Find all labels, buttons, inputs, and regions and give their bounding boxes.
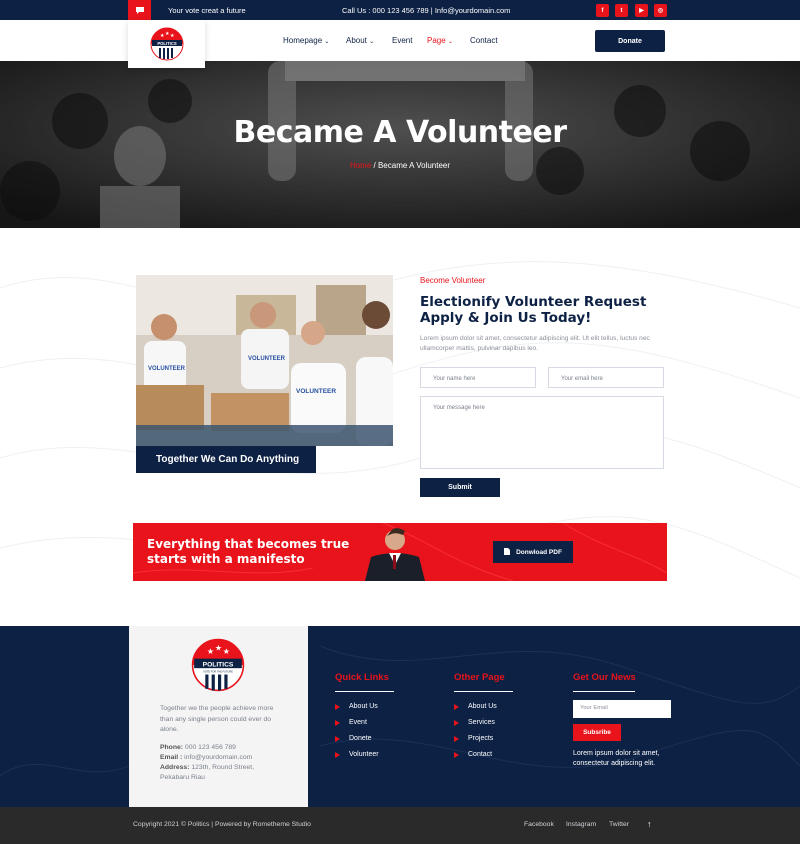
divider xyxy=(573,691,635,692)
politics-logo-icon: ★ ★ ★ POLITICS VOTE FOR THE FUTURE xyxy=(191,638,245,692)
shirt-text: VOLUNTEER xyxy=(248,356,286,362)
bottom-link-instagram[interactable]: Instagram xyxy=(566,821,596,828)
arrow-right-icon xyxy=(335,703,340,710)
logo-text: POLITICS xyxy=(157,41,177,46)
footer-about-card: ★ ★ ★ POLITICS VOTE FOR THE FUTURE Toget… xyxy=(129,626,308,807)
shirt-text: VOLUNTEER xyxy=(296,388,336,395)
svg-text:★: ★ xyxy=(215,644,222,653)
bottom-link-facebook[interactable]: Facebook xyxy=(524,821,554,828)
banner-text: Everything that becomes true starts with… xyxy=(147,537,350,566)
svg-text:★: ★ xyxy=(207,647,214,656)
page-title: Became A Volunteer xyxy=(233,115,567,150)
manifesto-banner: Everything that becomes true starts with… xyxy=(133,523,667,581)
nav-item-contact[interactable]: Contact xyxy=(470,36,498,45)
youtube-icon[interactable]: ▶ xyxy=(635,4,648,17)
politics-logo-icon: ★ ★ ★ POLITICS xyxy=(150,27,183,61)
logo-subtext: VOTE FOR THE FUTURE xyxy=(203,670,233,673)
footer-about-text: Together we the people achieve more than… xyxy=(160,705,274,733)
divider xyxy=(454,691,513,692)
chevron-down-icon: ⌄ xyxy=(369,39,375,45)
footer-link-about-us[interactable]: About Us xyxy=(454,703,497,710)
footer-link-event[interactable]: Event xyxy=(335,719,367,726)
nav-item-event[interactable]: Event xyxy=(392,36,412,45)
footer-link-projects[interactable]: Projects xyxy=(454,735,493,742)
facebook-icon[interactable]: f xyxy=(596,4,609,17)
newsletter-text: Lorem ipsum dolor sit amet, consectetur … xyxy=(573,750,660,767)
footer-contact-info: Phone: 000 123 456 789 Email : info@your… xyxy=(160,744,255,781)
subscribe-button[interactable]: Subsribe xyxy=(573,724,621,741)
section-eyebrow: Become Volunteer xyxy=(420,276,486,285)
twitter-icon[interactable]: t xyxy=(615,4,628,17)
download-pdf-button[interactable]: Donwload PDF xyxy=(493,541,573,563)
footer-pattern xyxy=(0,645,800,777)
footer-link-contact[interactable]: Contact xyxy=(454,751,492,758)
main-nav: Homepage ⌄ About ⌄ Event Page ⌄ Contact … xyxy=(0,20,800,61)
copyright-text: Copyright 2021 © Politics | Powered by R… xyxy=(133,821,311,828)
nav-item-about[interactable]: About ⌄ xyxy=(346,36,374,45)
document-icon xyxy=(504,547,511,557)
top-bar: Your vote creat a future Call Us : 000 1… xyxy=(0,0,800,20)
chevron-down-icon: ⌄ xyxy=(447,39,453,45)
submit-button[interactable]: Submit xyxy=(420,478,500,497)
site-logo[interactable]: ★ ★ ★ POLITICS xyxy=(128,20,205,68)
section-heading: Electionify Volunteer Request Apply & Jo… xyxy=(420,294,647,326)
message-textarea[interactable]: Your message here xyxy=(420,396,664,469)
breadcrumb-current: Became A Volunteer xyxy=(377,161,451,170)
name-input[interactable]: Your name here xyxy=(420,367,536,388)
shirt-text: VOLUNTEER xyxy=(148,366,186,372)
breadcrumb: Home / Became A Volunteer xyxy=(349,161,451,170)
footer-link-donete[interactable]: Donete xyxy=(335,735,372,742)
logo-text: POLITICS xyxy=(203,662,234,669)
email-input[interactable]: Your email here xyxy=(548,367,664,388)
section-lead: Lorem ipsum dolor sit amet, consectetur … xyxy=(420,335,650,352)
footer-link-services[interactable]: Services xyxy=(454,719,495,726)
arrow-right-icon xyxy=(454,751,459,758)
quick-links-heading: Quick Links xyxy=(335,672,389,683)
arrow-right-icon xyxy=(335,735,340,742)
chat-icon[interactable] xyxy=(128,0,151,20)
arrow-right-icon xyxy=(454,703,459,710)
donate-button[interactable]: Donate xyxy=(595,30,665,52)
newsletter-email-input[interactable]: Your Email xyxy=(573,700,671,718)
arrow-right-icon xyxy=(454,719,459,726)
newsletter-heading: Get Our News xyxy=(573,672,636,683)
page-hero: Became A Volunteer Home / Became A Volun… xyxy=(0,61,800,228)
footer-link-about-us[interactable]: About Us xyxy=(335,703,378,710)
volunteers-photo: VOLUNTEER VOLUNTEER VOLUNTEER xyxy=(136,275,393,446)
footer-link-volunteer[interactable]: Volunteer xyxy=(335,751,379,758)
chevron-down-icon: ⌄ xyxy=(324,39,330,45)
instagram-icon[interactable]: ◎ xyxy=(654,4,667,17)
arrow-right-icon xyxy=(335,751,340,758)
bottom-bar: Copyright 2021 © Politics | Powered by R… xyxy=(0,807,800,844)
tagline: Your vote creat a future xyxy=(168,6,246,15)
other-page-heading: Other Page xyxy=(454,672,505,683)
svg-text:★: ★ xyxy=(170,33,175,39)
nav-item-homepage[interactable]: Homepage ⌄ xyxy=(283,36,329,45)
site-footer xyxy=(0,626,800,807)
back-to-top-icon[interactable]: ↑ xyxy=(647,819,652,829)
breadcrumb-home-link[interactable]: Home xyxy=(350,161,371,170)
svg-text:★: ★ xyxy=(223,647,230,656)
arrow-right-icon xyxy=(335,719,340,726)
bottom-link-twitter[interactable]: Twitter xyxy=(609,821,629,828)
divider xyxy=(335,691,394,692)
photo-caption: Together We Can Do Anything xyxy=(136,446,316,473)
contact-info: Call Us : 000 123 456 789 | Info@yourdom… xyxy=(342,6,511,15)
arrow-right-icon xyxy=(454,735,459,742)
nav-item-page[interactable]: Page ⌄ xyxy=(427,36,453,45)
